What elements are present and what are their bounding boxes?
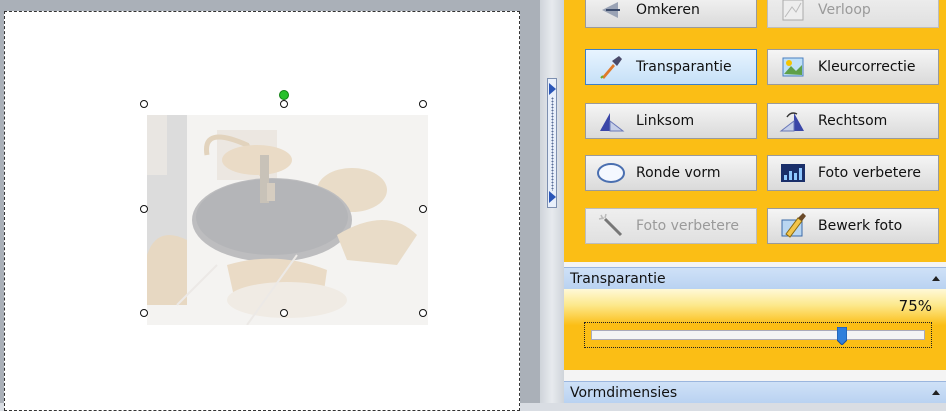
omkeren-button[interactable]: Omkeren (585, 0, 757, 28)
tool-label: Foto verbetere (636, 218, 739, 234)
tool-label: Verloop (818, 2, 871, 18)
transparantie-button[interactable]: Transparantie (585, 49, 757, 85)
resize-handle-top-right[interactable] (419, 100, 427, 108)
histogram-icon (778, 158, 808, 188)
section-title: Vormdimensies (570, 385, 678, 401)
grip-dots (551, 97, 554, 191)
slider-track[interactable] (591, 330, 925, 340)
rotate-right-icon (778, 106, 808, 136)
rechtsom-button[interactable]: Rechtsom (767, 103, 939, 139)
tool-label: Omkeren (636, 2, 700, 18)
collapse-chevron-icon[interactable] (932, 276, 940, 281)
slider-thumb[interactable] (836, 327, 847, 345)
tool-label: Rechtsom (818, 113, 888, 129)
brush-icon (778, 211, 808, 241)
tools-grid: Omkeren Verloop Transparantie Kleurcorre… (564, 0, 946, 262)
flip-icon (596, 0, 626, 25)
collapse-chevron-icon[interactable] (932, 390, 940, 395)
tool-label: Ronde vorm (636, 165, 721, 181)
eyedropper-icon (596, 52, 626, 82)
section-title: Transparantie (570, 271, 666, 287)
transparency-slider[interactable] (584, 322, 932, 348)
canvas-area[interactable] (0, 0, 540, 411)
foto-verbeteren-auto-button[interactable]: Foto verbetere (585, 208, 757, 244)
collapse-arrow-icon[interactable] (549, 83, 556, 95)
resize-handle-bottom[interactable] (280, 309, 288, 317)
resize-handle-bottom-right[interactable] (419, 309, 427, 317)
rotate-handle[interactable] (279, 90, 289, 100)
verloop-button[interactable]: Verloop (767, 0, 939, 28)
collapse-arrow-icon[interactable] (549, 191, 556, 203)
tool-label: Kleurcorrectie (818, 59, 916, 75)
oval-shape-icon (596, 158, 626, 188)
tool-label: Linksom (636, 113, 695, 129)
bewerk-foto-button[interactable]: Bewerk foto (767, 208, 939, 244)
linksom-button[interactable]: Linksom (585, 103, 757, 139)
resize-handle-bottom-left[interactable] (140, 309, 148, 317)
transparantie-section-body: 75% (564, 289, 946, 370)
magic-wand-icon (596, 211, 626, 241)
ronde-vorm-button[interactable]: Ronde vorm (585, 155, 757, 191)
resize-handle-top[interactable] (280, 100, 288, 108)
selected-photo[interactable] (147, 115, 428, 325)
tool-label: Foto verbetere (818, 165, 921, 181)
color-correction-icon (778, 52, 808, 82)
resize-handle-left[interactable] (140, 205, 148, 213)
photo-image (147, 115, 428, 325)
tool-label: Bewerk foto (818, 218, 903, 234)
transparency-value: 75% (898, 297, 932, 315)
foto-verbeteren-button[interactable]: Foto verbetere (767, 155, 939, 191)
resize-handle-top-left[interactable] (140, 100, 148, 108)
panel-splitter[interactable] (540, 0, 564, 403)
document-page[interactable] (4, 11, 520, 411)
tool-label: Transparantie (636, 59, 732, 75)
splitter-grip[interactable] (547, 78, 557, 208)
tools-panel: Omkeren Verloop Transparantie Kleurcorre… (564, 0, 946, 403)
rotate-left-icon (596, 106, 626, 136)
gradient-icon (778, 0, 808, 25)
kleurcorrectie-button[interactable]: Kleurcorrectie (767, 49, 939, 85)
transparantie-section-header[interactable]: Transparantie (564, 267, 946, 289)
vormdimensies-section-header[interactable]: Vormdimensies (564, 381, 946, 403)
resize-handle-right[interactable] (419, 205, 427, 213)
